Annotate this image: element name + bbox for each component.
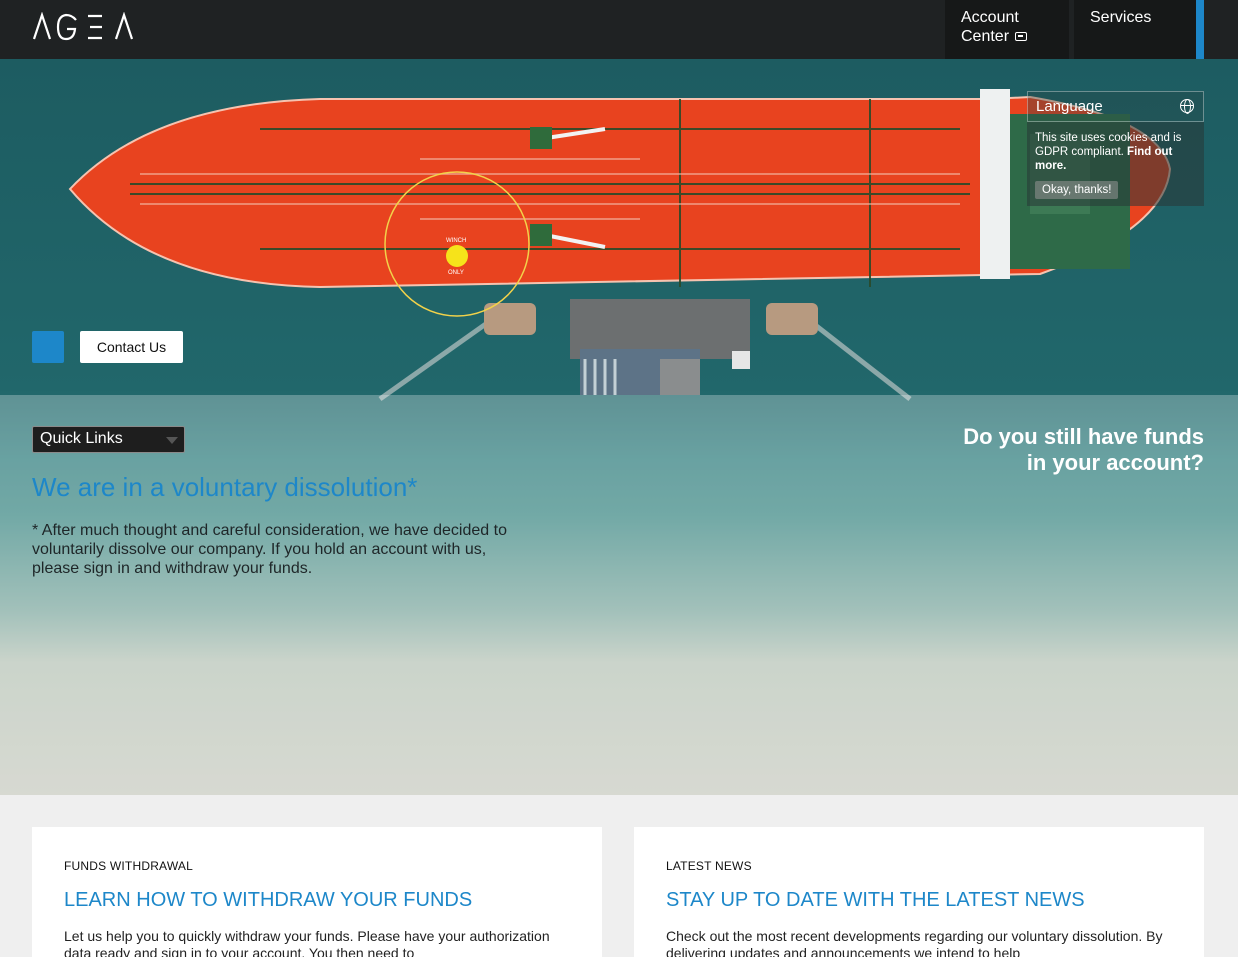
cookie-accept-button[interactable]: Okay, thanks! — [1035, 181, 1119, 199]
card-title-link[interactable]: LEARN HOW TO WITHDRAW YOUR FUNDS — [64, 889, 570, 912]
services-link[interactable]: Services — [1074, 0, 1204, 59]
language-label: Language — [1036, 98, 1103, 115]
card-kicker: FUNDS WITHDRAWAL — [64, 859, 193, 873]
only-marking: ONLY — [448, 270, 464, 276]
funds-withdrawal-card: FUNDS WITHDRAWAL LEARN HOW TO WITHDRAW Y… — [32, 827, 602, 957]
quick-links-label: Quick Links — [40, 430, 123, 447]
latest-news-card: LATEST NEWS STAY UP TO DATE WITH THE LAT… — [634, 827, 1204, 957]
card-text: Check out the most recent developments r… — [666, 928, 1163, 957]
account-center-link[interactable]: Account Center — [945, 0, 1069, 59]
cookie-notice: This site uses cookies and is GDPR compl… — [1027, 122, 1204, 206]
card-title-link[interactable]: STAY UP TO DATE WITH THE LATEST NEWS — [666, 889, 1172, 912]
dissolution-text: * After much thought and careful conside… — [32, 522, 507, 577]
services-label: Services — [1090, 9, 1152, 26]
account-center-label-line2: Center — [961, 28, 1010, 45]
quick-links-dropdown[interactable]: Quick Links — [32, 426, 185, 453]
services-accent-bar — [1196, 0, 1204, 59]
funds-question-line1: Do you still have funds — [963, 424, 1204, 449]
hero-section: WINCH ONLY Contact Us Language This site… — [0, 59, 1238, 795]
funds-question-heading: Do you still have funds in your account? — [924, 424, 1204, 476]
contact-us-button[interactable]: Contact Us — [80, 331, 183, 363]
winch-marking: WINCH — [446, 238, 466, 244]
chevron-down-icon — [166, 437, 178, 444]
funds-question-line2: in your account? — [1026, 450, 1204, 475]
card-kicker: LATEST NEWS — [666, 859, 752, 873]
site-header: Account Center Services — [0, 0, 1238, 59]
globe-icon — [1180, 99, 1194, 114]
dissolution-heading: We are in a voluntary dissolution* — [32, 472, 418, 502]
login-icon — [1015, 32, 1028, 42]
account-center-label-line1: Account — [961, 9, 1019, 26]
accent-square-button[interactable] — [32, 331, 64, 363]
agea-logo[interactable] — [32, 12, 142, 42]
language-selector[interactable]: Language — [1027, 91, 1204, 122]
card-text: Let us help you to quickly withdraw your… — [64, 928, 550, 957]
